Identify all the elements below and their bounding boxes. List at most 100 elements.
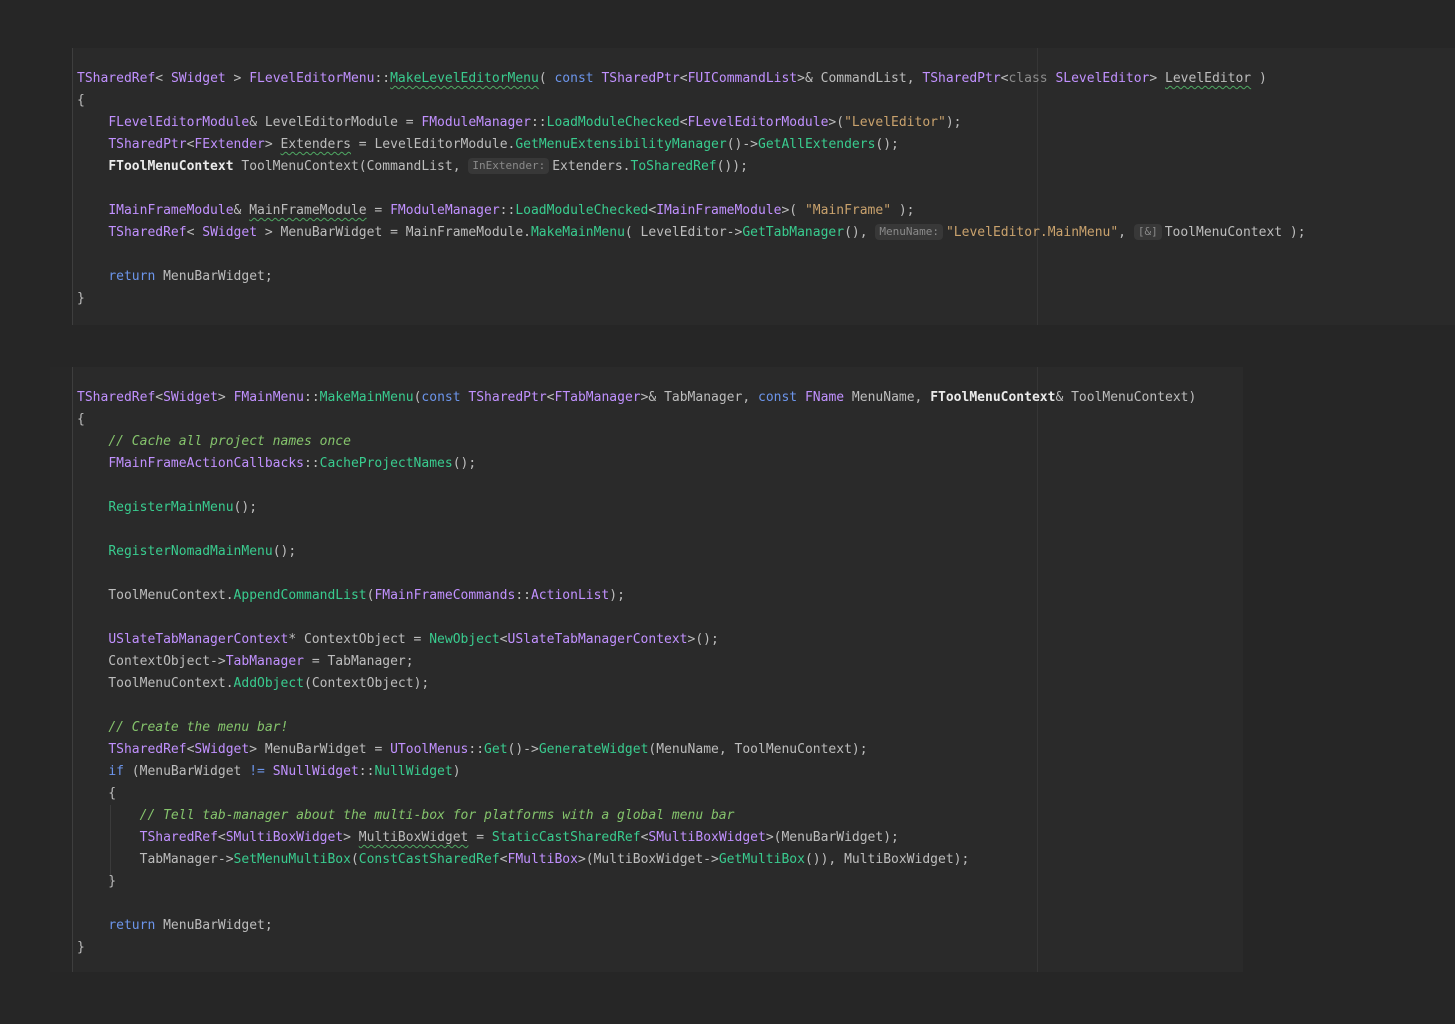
code-token-keyword: const [421,390,461,405]
code-token-method: GenerateWidget [538,742,649,757]
code-line: ToolMenuContext.AppendCommandList(FMainF… [77,585,1243,607]
code-token-plain: } [77,291,85,306]
code-token-plain: } [77,874,117,889]
code-line: ContextObject->TabManager = TabManager; [77,651,1243,673]
code-line: // Create the menu bar! [77,717,1243,739]
code-token-type: TSharedPtr [922,71,1001,86]
code-token-plain: ); [945,115,962,130]
code-token-type: FLevelEditorMenu [249,71,375,86]
code-token-plain: < [679,115,688,130]
code-token-plain: ); [609,588,625,603]
code-token-keyword: return [108,269,156,284]
inlay-hint[interactable]: MenuName: [875,224,943,240]
code-line: { [77,90,1455,112]
code-token-plain: MenuBarWidget; [155,269,273,284]
code-token-plain: (); [233,500,258,515]
code-token-plain: (); [875,137,899,152]
code-token-plain: ) [1251,71,1267,86]
code-line: ToolMenuContext.AddObject(ContextObject)… [77,673,1243,695]
code-token-type: SMultiBoxWidget [225,830,344,845]
code-token-type: TSharedPtr [601,71,680,86]
code-token-plain: :: [358,764,375,779]
code-token-keyword: != [249,764,265,779]
code-token-method: StaticCastSharedRef [491,830,641,845]
code-line: RegisterNomadMainMenu(); [77,541,1243,563]
code-token-plain: > [1149,71,1166,86]
code-token-type: TSharedRef [77,390,156,405]
code-line: // Tell tab-manager about the multi-box … [77,805,1243,827]
code-token-method: MakeMainMenu [319,390,414,405]
code-token-type: SWidget [202,225,258,240]
code-token-method: RegisterNomadMainMenu [108,544,273,559]
code-token-plain: :: [515,588,531,603]
code-token-type: FExtender [194,137,265,152]
inlay-hint[interactable]: [&] [1133,224,1162,240]
code-token-plain: (MenuName, ToolMenuContext); [648,742,868,757]
code-token-plain: > [217,390,234,405]
code-token-type: IMainFrameModule [108,203,234,218]
code-token-method: NewObject [429,632,500,647]
code-token-type: FTabManager [554,390,641,405]
gutter-strip [50,367,72,972]
code-token-type: FUICommandList [687,71,798,86]
code-line: { [77,409,1243,431]
code-token-string: "LevelEditor.MainMenu" [945,225,1119,240]
code-line: USlateTabManagerContext* ContextObject =… [77,629,1243,651]
code-token-type: SWidget [194,742,250,757]
code-token-method: MakeLevelEditorMenu [390,71,539,86]
code-snippet-make-main-menu[interactable]: TSharedRef<SWidget> FMainMenu::MakeMainM… [50,367,1243,972]
code-token-type: SNullWidget [272,764,359,779]
code-token-plain: = LevelEditorModule. [350,137,516,152]
code-token-plain: ) [452,764,461,779]
code-snippet-make-level-editor-menu[interactable]: TSharedRef< SWidget > FLevelEditorMenu::… [72,48,1455,325]
code-token-plain: > MenuBarWidget = MainFrameModule. [257,225,531,240]
inlay-hint[interactable]: InExtender: [468,158,550,174]
code-line: FLevelEditorModule& LevelEditorModule = … [77,112,1455,134]
code-line: } [77,871,1243,893]
code-token-plain: < [499,852,508,867]
code-token-plain: = TabManager; [304,654,414,669]
code-token-type: SWidget [170,71,226,86]
code-token-plain: < [155,390,164,405]
code-token-plain: Extenders. [552,159,631,174]
code-token-plain: ContextObject-> [77,654,226,669]
code-token-plain: ( [350,852,359,867]
code-token-plain: :: [530,115,547,130]
code-token-plain: (); [452,456,477,471]
code-token-method: AppendCommandList [233,588,367,603]
code-token-plain: < [499,632,508,647]
code-token-string: "MainFrame" [804,203,892,218]
code-token-type: USlateTabManagerContext [108,632,289,647]
code-token-method: NullWidget [374,764,453,779]
code-token-type: FLevelEditorModule [108,115,250,130]
code-token-type: SMultiBoxWidget [648,830,766,845]
code-token-method: GetTabManager [742,225,845,240]
code-token-plain: < [217,830,226,845]
code-token-plain: > [264,137,281,152]
code-token-plain: >(MenuBarWidget); [765,830,899,845]
code-token-type: ActionList [530,588,610,603]
code-token-plain: :: [303,456,320,471]
code-token-plain: >(); [687,632,719,647]
code-token-plain: ToolMenuContext ); [1164,225,1306,240]
code-token-type: TSharedRef [77,71,156,86]
code-token-method: GetMenuExtensibilityManager [515,137,727,152]
code-token-type: FMainMenu [233,390,305,405]
ide-editor-background: { "editor": { "description": "Dark IDE c… [0,0,1455,1024]
code-line: return MenuBarWidget; [77,266,1455,288]
